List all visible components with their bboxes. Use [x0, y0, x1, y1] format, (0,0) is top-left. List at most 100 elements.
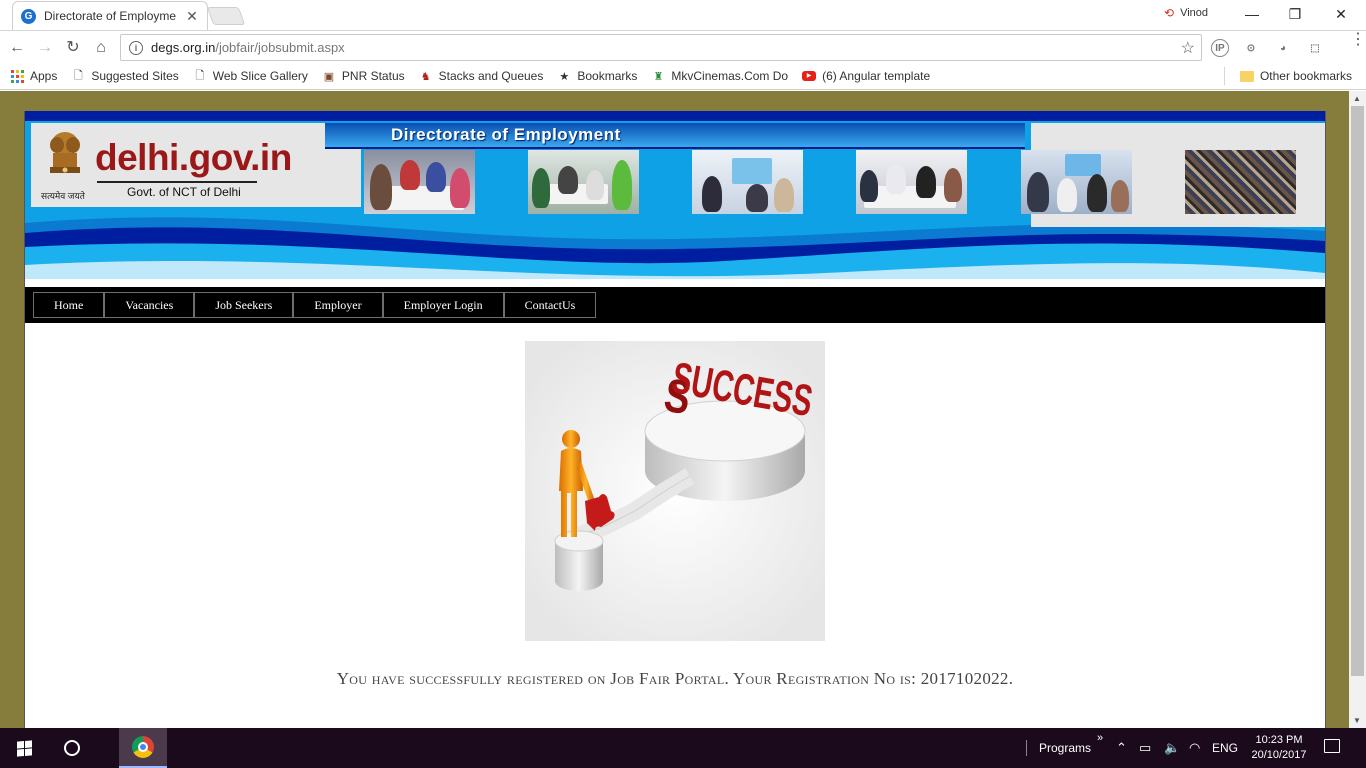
job-fair-crowd-photo	[1185, 150, 1296, 214]
tab-title: Directorate of Employme	[44, 9, 177, 23]
bookmark-icon: ♞	[420, 70, 431, 83]
train-icon: ▣	[323, 70, 335, 83]
windows-logo-icon	[16, 739, 32, 757]
site-nav: Home Vacancies Job Seekers Employer Empl…	[25, 287, 1325, 323]
nav-contact-us[interactable]: ContactUs	[503, 292, 597, 318]
taskbar-separator	[1026, 740, 1027, 756]
profile-button[interactable]: ⟲ Vinod	[1164, 6, 1208, 20]
bookmark-mkvcinemas[interactable]: ♜ MkvCinemas.Com Do	[651, 69, 788, 83]
scroll-down-icon[interactable]: ▼	[1353, 716, 1361, 725]
bookmark-separator	[1224, 67, 1225, 85]
job-fair-photo	[692, 150, 803, 214]
banner-inner: सत्यमेव जयते delhi.gov.in Govt. of NCT o…	[25, 121, 1325, 287]
bookmark-label: Suggested Sites	[91, 69, 179, 83]
site-container: सत्यमेव जयते delhi.gov.in Govt. of NCT o…	[24, 111, 1326, 728]
wifi-icon[interactable]: ◠	[1189, 740, 1200, 756]
bookmark-label: (6) Angular template	[822, 69, 931, 83]
ip-extension-icon[interactable]: IP	[1211, 39, 1229, 57]
network-icon[interactable]: ▭	[1139, 740, 1151, 756]
scroll-thumb[interactable]	[1351, 106, 1364, 676]
bookmark-icon: ♜	[653, 70, 664, 83]
clock-time: 10:23 PM	[1255, 734, 1303, 746]
tab-strip: G Directorate of Employme ✕ ⟲ Vinod — ❐ …	[0, 0, 1366, 30]
bookmark-other[interactable]: Other bookmarks	[1239, 69, 1352, 83]
nav-job-seekers[interactable]: Job Seekers	[194, 292, 294, 318]
bookmark-label: Apps	[30, 69, 58, 83]
page-viewport: सत्यमेव जयते delhi.gov.in Govt. of NCT o…	[0, 91, 1349, 728]
new-tab-button[interactable]	[206, 7, 246, 25]
job-fair-photo	[856, 150, 967, 214]
page-icon: 🗋	[73, 69, 83, 82]
job-fair-photo	[1021, 150, 1132, 214]
success-message: You have successfully registered on Job …	[336, 669, 1014, 688]
emblem-motto: सत्यमेव जयते	[41, 191, 85, 201]
chrome-icon	[132, 736, 154, 758]
favicon-icon: G	[21, 8, 36, 24]
language-indicator[interactable]: ENG	[1212, 741, 1238, 755]
pdf-extension-icon[interactable]: ⬚	[1306, 39, 1324, 57]
nav-home[interactable]: Home	[33, 292, 105, 318]
home-button[interactable]: ⌂	[90, 37, 112, 59]
brand-logo[interactable]: delhi.gov.in	[95, 137, 292, 179]
bookmark-angular-template[interactable]: ▶ (6) Angular template	[802, 69, 930, 83]
folder-icon	[1239, 69, 1254, 83]
clock-date: 20/10/2017	[1251, 749, 1307, 761]
bookmark-star-icon[interactable]: ☆	[1181, 38, 1195, 58]
nav-vacancies[interactable]: Vacancies	[104, 292, 195, 318]
banner-title: Directorate of Employment	[391, 125, 621, 144]
bookmark-label: MkvCinemas.Com Do	[671, 69, 789, 83]
bookmark-bookmarks[interactable]: ★ Bookmarks	[557, 69, 637, 83]
bookmarks-bar: Apps 🗋 Suggested Sites 🗋 Web Slice Galle…	[0, 63, 1366, 90]
site-banner: सत्यमेव जयते delhi.gov.in Govt. of NCT o…	[25, 111, 1325, 287]
scroll-up-icon[interactable]: ▲	[1353, 94, 1361, 103]
profile-name: Vinod	[1180, 7, 1208, 19]
job-fair-photo	[528, 150, 639, 214]
taskbar-chrome-button[interactable]	[119, 728, 167, 768]
close-window-button[interactable]: ✕	[1318, 3, 1364, 25]
notification-center-icon[interactable]	[1324, 739, 1340, 753]
reload-button[interactable]: ↻	[62, 37, 84, 59]
address-bar[interactable]: i degs.org.in /jobfair/jobsubmit.aspx ☆	[120, 34, 1202, 61]
brand-divider	[97, 181, 257, 183]
back-button[interactable]: ←	[6, 37, 28, 59]
job-fair-photo	[364, 150, 475, 214]
browser-toolbar: ← → ↻ ⌂ i degs.org.in /jobfair/jobsubmit…	[0, 30, 1366, 63]
volume-icon[interactable]: 🔈	[1164, 740, 1180, 756]
tab-close-icon[interactable]: ✕	[185, 8, 199, 25]
bookmark-suggested-sites[interactable]: 🗋 Suggested Sites	[71, 69, 179, 83]
pocket-extension-icon[interactable]: ⊙	[1242, 39, 1260, 57]
show-hidden-icons-icon[interactable]: ⌃	[1116, 740, 1127, 756]
clock[interactable]: 10:23 PM 20/10/2017	[1248, 733, 1310, 763]
page-icon: 🗋	[195, 69, 205, 82]
minimize-button[interactable]: —	[1229, 3, 1275, 25]
cortana-button[interactable]	[48, 728, 96, 768]
bookmark-pnr-status[interactable]: ▣ PNR Status	[322, 69, 405, 83]
youtube-icon: ▶	[802, 69, 817, 83]
page-scrollbar[interactable]: ▲ ▼	[1349, 91, 1366, 728]
bookmark-label: Bookmarks	[577, 69, 638, 83]
bookmark-stacks-and-queues[interactable]: ♞ Stacks and Queues	[419, 69, 544, 83]
programs-toolbar[interactable]: Programs	[1039, 741, 1091, 755]
windows-taskbar: Programs » ⌃ ▭ 🔈 ◠ ENG 10:23 PM 20/10/20…	[0, 728, 1366, 768]
browser-tab[interactable]: G Directorate of Employme ✕	[12, 1, 208, 30]
bookmark-apps[interactable]: Apps	[10, 69, 57, 83]
star-icon: ★	[559, 70, 570, 83]
toolbar-chevron-icon[interactable]: »	[1097, 732, 1103, 744]
extension-icon[interactable]: ◕	[1274, 39, 1292, 57]
bookmark-label: PNR Status	[341, 69, 405, 83]
apps-grid-icon	[10, 69, 24, 83]
forward-button[interactable]: →	[34, 37, 56, 59]
bookmark-web-slice-gallery[interactable]: 🗋 Web Slice Gallery	[193, 69, 308, 83]
brand-subtitle: Govt. of NCT of Delhi	[127, 185, 241, 199]
info-icon[interactable]: i	[129, 40, 143, 55]
url-path: /jobfair/jobsubmit.aspx	[215, 40, 345, 55]
bookmark-label: Web Slice Gallery	[212, 69, 308, 83]
success-illustration: S SUCCESS	[525, 341, 825, 641]
logo-box: सत्यमेव जयते delhi.gov.in Govt. of NCT o…	[31, 123, 361, 207]
start-button[interactable]	[0, 728, 48, 768]
menu-icon[interactable]: ⋮	[1350, 32, 1366, 48]
restore-button[interactable]: ❐	[1272, 3, 1318, 25]
nav-employer[interactable]: Employer	[293, 292, 383, 318]
bookmark-label: Other bookmarks	[1259, 69, 1352, 83]
nav-employer-login[interactable]: Employer Login	[382, 292, 504, 318]
